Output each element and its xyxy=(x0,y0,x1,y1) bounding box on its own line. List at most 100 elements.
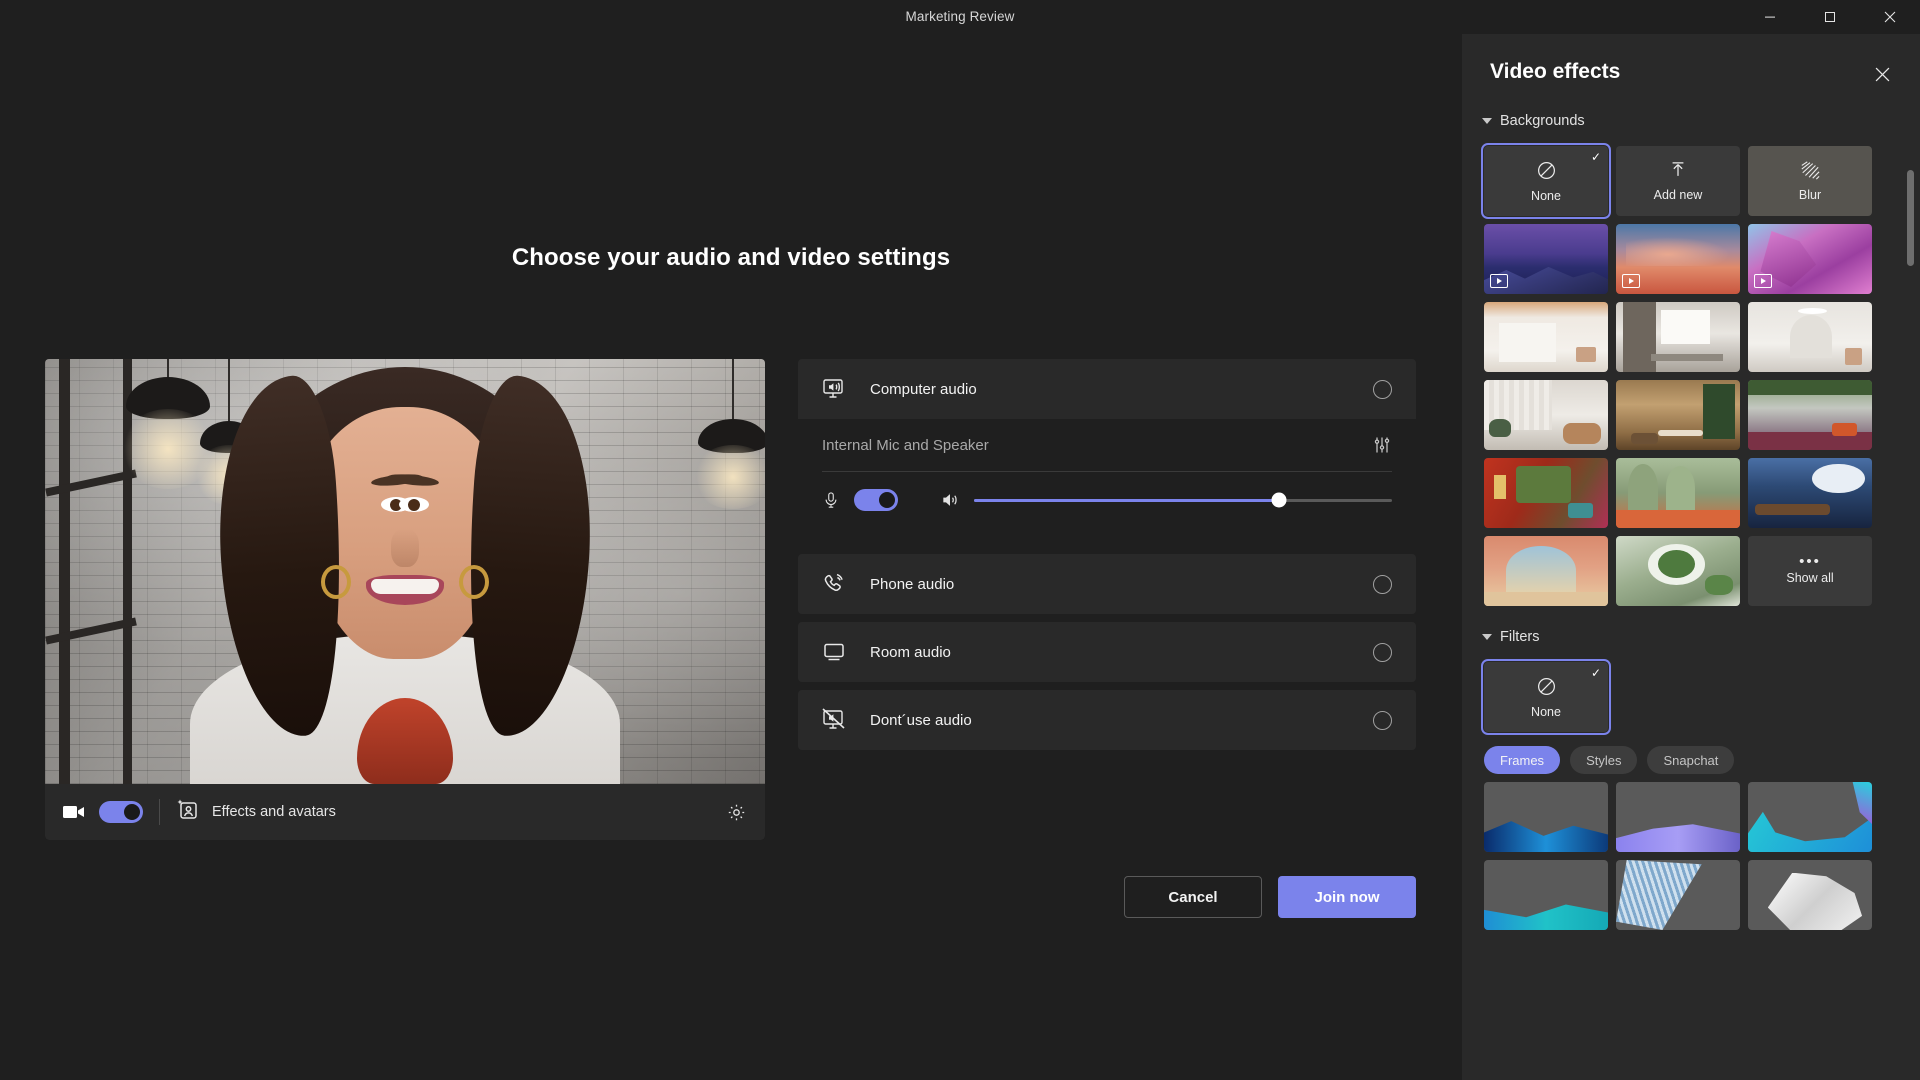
audio-device-name: Internal Mic and Speaker xyxy=(822,436,989,454)
background-option-none[interactable]: ✓ None xyxy=(1481,143,1611,219)
tab-styles[interactable]: Styles xyxy=(1570,746,1638,774)
divider xyxy=(159,799,160,825)
background-option-blue-lounge[interactable] xyxy=(1748,458,1872,528)
filters-section-header[interactable]: Filters xyxy=(1462,620,1920,654)
audio-options: Computer audio Internal Mic and Speaker xyxy=(798,359,1416,750)
video-effects-title: Video effects xyxy=(1490,60,1621,83)
microphone-icon xyxy=(822,490,840,510)
audio-option-phone[interactable]: Phone audio xyxy=(798,554,1416,614)
audio-option-room[interactable]: Room audio xyxy=(798,622,1416,682)
equalizer-icon[interactable] xyxy=(1372,435,1392,455)
backgrounds-grid: ✓ None Add new Blur ••• Show all xyxy=(1462,138,1920,606)
background-option-show-all[interactable]: ••• Show all xyxy=(1748,536,1872,606)
background-option-arched-gallery[interactable] xyxy=(1748,302,1872,372)
background-option-white-interior[interactable] xyxy=(1484,302,1608,372)
background-option-mountains[interactable] xyxy=(1484,224,1608,294)
audio-option-computer[interactable]: Computer audio xyxy=(798,359,1416,419)
audio-option-room-label: Room audio xyxy=(870,643,951,661)
video-badge-icon xyxy=(1754,274,1772,288)
audio-option-computer-label: Computer audio xyxy=(870,380,977,398)
effects-avatar-icon xyxy=(176,798,200,826)
backgrounds-section-header[interactable]: Backgrounds xyxy=(1462,104,1920,138)
tab-snapchat[interactable]: Snapchat xyxy=(1647,746,1735,774)
background-option-desert-arch[interactable] xyxy=(1484,536,1608,606)
phone-audio-card: Phone audio xyxy=(798,554,1416,614)
microphone-toggle[interactable] xyxy=(854,489,898,511)
audio-option-none-radio[interactable] xyxy=(1373,710,1392,730)
camera-feed xyxy=(45,359,765,784)
window-controls xyxy=(1740,0,1920,34)
audio-option-phone-radio[interactable] xyxy=(1373,574,1392,594)
frame-option-blue-wave[interactable] xyxy=(1484,782,1608,852)
speaker-icon xyxy=(940,490,960,510)
camera-icon xyxy=(63,804,85,820)
background-option-modern-office[interactable] xyxy=(1616,302,1740,372)
background-option-show-all-label: Show all xyxy=(1786,570,1834,585)
chevron-down-icon xyxy=(1482,118,1492,124)
background-option-green-tunnel[interactable] xyxy=(1616,536,1740,606)
computer-audio-icon xyxy=(822,377,856,401)
video-effects-scrollbar[interactable] xyxy=(1907,170,1914,266)
background-option-wood-dining-room[interactable] xyxy=(1616,380,1740,450)
no-background-icon xyxy=(1536,160,1557,184)
minimize-button[interactable] xyxy=(1740,0,1800,34)
device-settings-button[interactable] xyxy=(726,802,747,823)
filter-option-none-label: None xyxy=(1531,704,1561,719)
frame-option-blue-pleated-fan[interactable] xyxy=(1616,860,1740,930)
video-preview: Effects and avatars xyxy=(45,359,765,840)
tab-frames[interactable]: Frames xyxy=(1484,746,1561,774)
phone-audio-icon xyxy=(822,572,856,596)
audio-controls xyxy=(822,472,1392,528)
computer-audio-details: Internal Mic and Speaker xyxy=(798,419,1416,546)
audio-option-phone-label: Phone audio xyxy=(870,575,955,593)
participant-video-subject xyxy=(175,359,635,784)
effects-and-avatars-button[interactable]: Effects and avatars xyxy=(176,798,336,826)
more-dots-icon: ••• xyxy=(1799,552,1821,570)
audio-device-selector[interactable]: Internal Mic and Speaker xyxy=(822,419,1392,471)
audio-option-none[interactable]: Dont´use audio xyxy=(798,690,1416,750)
teams-prejoin-window: Marketing Review Choose your audio and v… xyxy=(0,0,1920,1080)
video-effects-panel: Video effects Backgrounds ✓ None Add new… xyxy=(1462,34,1920,1080)
window-frame-bar xyxy=(59,359,70,784)
no-audio-icon xyxy=(822,708,856,732)
video-effects-body: Backgrounds ✓ None Add new Blur ••• Show… xyxy=(1462,104,1920,1080)
audio-option-none-label: Dont´use audio xyxy=(870,711,972,729)
background-option-neutral-living-room[interactable] xyxy=(1484,380,1608,450)
room-audio-card: Room audio xyxy=(798,622,1416,682)
title-bar: Marketing Review xyxy=(0,0,1920,34)
background-option-blur-label: Blur xyxy=(1798,188,1822,202)
upload-icon xyxy=(1668,160,1688,183)
join-now-button[interactable]: Join now xyxy=(1278,876,1416,918)
background-option-add-new-label: Add new xyxy=(1653,188,1703,202)
background-option-green-arches[interactable] xyxy=(1616,458,1740,528)
background-option-none-label: None xyxy=(1531,188,1561,203)
frames-grid xyxy=(1462,774,1920,930)
frame-option-white-low-poly[interactable] xyxy=(1748,860,1872,930)
background-option-red-room[interactable] xyxy=(1484,458,1608,528)
cancel-button[interactable]: Cancel xyxy=(1124,876,1262,918)
selected-check-icon: ✓ xyxy=(1590,666,1601,680)
no-audio-card: Dont´use audio xyxy=(798,690,1416,750)
backgrounds-section-label: Backgrounds xyxy=(1500,113,1585,129)
volume-slider[interactable] xyxy=(974,492,1392,508)
background-option-crystals[interactable] xyxy=(1748,224,1872,294)
close-video-effects-button[interactable] xyxy=(1866,58,1898,90)
frame-option-teal-gradient-wave[interactable] xyxy=(1484,860,1608,930)
filter-option-none[interactable]: ✓ None xyxy=(1481,659,1611,735)
room-audio-icon xyxy=(822,641,856,663)
camera-toggle[interactable] xyxy=(99,801,143,823)
background-option-clouds[interactable] xyxy=(1616,224,1740,294)
filter-category-tabs: Frames Styles Snapchat xyxy=(1462,732,1920,774)
blur-icon xyxy=(1799,160,1821,183)
background-option-outdoor-terrace[interactable] xyxy=(1748,380,1872,450)
filters-none-grid: ✓ None xyxy=(1462,654,1920,735)
background-option-blur[interactable]: Blur xyxy=(1748,146,1872,216)
audio-option-computer-radio[interactable] xyxy=(1373,379,1392,399)
frame-option-teal-corner[interactable] xyxy=(1748,782,1872,852)
audio-option-room-radio[interactable] xyxy=(1373,642,1392,662)
effects-and-avatars-label: Effects and avatars xyxy=(212,804,336,820)
frame-option-purple-wave[interactable] xyxy=(1616,782,1740,852)
close-window-button[interactable] xyxy=(1860,0,1920,34)
background-option-add-new[interactable]: Add new xyxy=(1616,146,1740,216)
maximize-button[interactable] xyxy=(1800,0,1860,34)
